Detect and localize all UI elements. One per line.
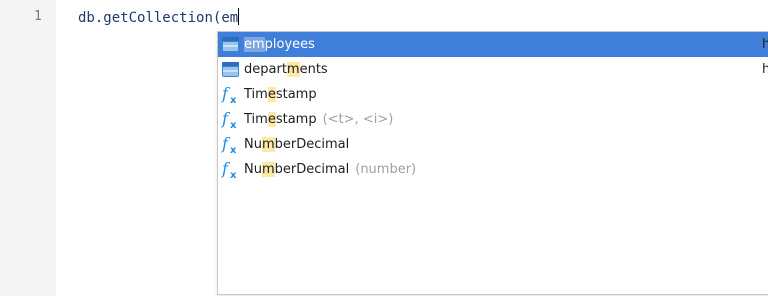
label-suffix: stamp xyxy=(275,112,317,127)
autocomplete-popup[interactable]: employees h departments h f x Timestamp f … xyxy=(217,31,768,295)
label-suffix: ployees xyxy=(264,37,315,52)
suggestion-label: Timestamp xyxy=(244,112,317,127)
match-highlight: m xyxy=(261,137,275,152)
collection-icon xyxy=(221,35,240,54)
match-highlight: e xyxy=(267,87,276,102)
match-highlight: em xyxy=(244,37,265,52)
svg-text:x: x xyxy=(230,145,237,154)
label-suffix: berDecimal xyxy=(274,137,350,152)
suggestion-hint: h xyxy=(762,37,768,52)
function-icon: f x xyxy=(221,135,240,154)
suggestion-list: employees h departments h f x Timestamp f … xyxy=(218,32,768,182)
function-icon: f x xyxy=(221,110,240,129)
suggestion-item[interactable]: f x NumberDecimal (number) xyxy=(218,157,768,182)
suggestion-label: Timestamp xyxy=(244,87,317,102)
label-suffix: berDecimal xyxy=(274,162,350,177)
suggestion-item[interactable]: f x NumberDecimal xyxy=(218,132,768,157)
suggestion-label: NumberDecimal xyxy=(244,137,349,152)
code-object: db xyxy=(78,10,95,26)
suggestion-item[interactable]: f x Timestamp (<t>, <i>) xyxy=(218,107,768,132)
suggestion-label: departments xyxy=(244,62,328,77)
line-number: 1 xyxy=(34,9,42,24)
suggestion-signature: (number) xyxy=(355,162,417,177)
svg-text:x: x xyxy=(230,170,237,179)
code-line[interactable]: db.getCollection(em xyxy=(78,8,240,27)
label-prefix: Nu xyxy=(244,137,262,152)
suggestion-signature: (<t>, <i>) xyxy=(322,112,394,127)
code-typed-text: em xyxy=(221,10,239,26)
line-gutter: 1 xyxy=(0,0,56,296)
suggestion-label: employees xyxy=(244,37,315,52)
label-prefix: Nu xyxy=(244,162,262,177)
match-highlight: m xyxy=(286,62,300,77)
code-method: getCollection xyxy=(103,10,213,26)
function-icon: f x xyxy=(221,85,240,104)
svg-text:x: x xyxy=(230,120,237,129)
label-prefix: Tim xyxy=(244,112,268,127)
label-prefix: depart xyxy=(244,62,287,77)
code-editor[interactable]: 1 db.getCollection(em employees h departm… xyxy=(0,0,768,296)
suggestion-hint: h xyxy=(762,62,768,77)
label-suffix: ents xyxy=(299,62,328,77)
svg-text:x: x xyxy=(230,95,237,104)
suggestion-item[interactable]: f x Timestamp xyxy=(218,82,768,107)
suggestion-item[interactable]: departments h xyxy=(218,57,768,82)
function-icon: f x xyxy=(221,160,240,179)
suggestion-item[interactable]: employees h xyxy=(218,32,768,57)
label-suffix: stamp xyxy=(275,87,317,102)
match-highlight: e xyxy=(267,112,276,127)
suggestion-label: NumberDecimal xyxy=(244,162,349,177)
label-prefix: Tim xyxy=(244,87,268,102)
match-highlight: m xyxy=(261,162,275,177)
text-caret xyxy=(238,8,240,25)
collection-icon xyxy=(221,60,240,79)
